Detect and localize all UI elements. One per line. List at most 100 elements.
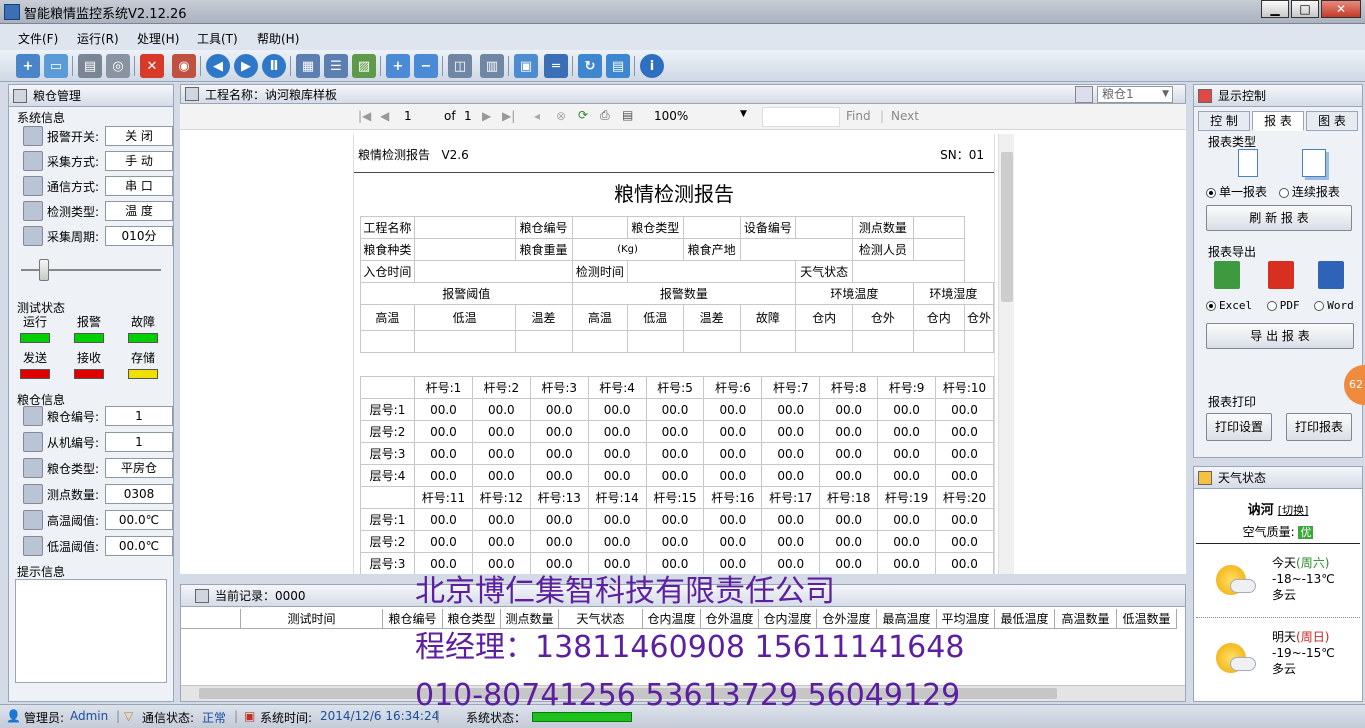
new-icon[interactable]: + [16, 54, 40, 78]
field-value[interactable]: 1 [105, 406, 173, 426]
start-icon[interactable]: ◀ [206, 54, 230, 78]
field-value[interactable]: 1 [105, 432, 173, 452]
next-page-icon[interactable]: ▶ [482, 109, 491, 123]
info-icon[interactable]: i [640, 54, 664, 78]
report-print-label: 报表打印 [1208, 395, 1257, 409]
continuous-report-radio[interactable] [1278, 187, 1289, 198]
info-label: 测点数量 [852, 216, 914, 239]
menu-process[interactable]: 处理(H) [137, 30, 179, 47]
close-button[interactable]: ✕ [1321, 0, 1361, 18]
minimize-button[interactable]: ▁ [1261, 0, 1289, 18]
tab-chart[interactable]: 图 表 [1306, 111, 1358, 131]
records-column-header[interactable]: 最低温度 [995, 609, 1055, 629]
manager-overlay: 程经理：13811460908 15611141648 [415, 630, 965, 665]
city-switch-link[interactable]: [切换] [1278, 504, 1309, 517]
play-icon[interactable]: ▶ [234, 54, 258, 78]
lamp-label: 存储 [130, 351, 155, 365]
records-column-header[interactable]: 测试时间 [241, 609, 383, 629]
settings-list-icon[interactable]: ▥ [480, 54, 504, 78]
single-report-radio[interactable] [1206, 187, 1216, 198]
info-label: 设备编号 [739, 216, 797, 239]
print-icon[interactable]: ▤ [78, 54, 102, 78]
pdf-radio[interactable] [1266, 301, 1277, 311]
list-view-icon[interactable]: ☰ [324, 54, 348, 78]
zoom-in-icon[interactable]: + [386, 54, 410, 78]
field-value[interactable]: 串 口 [105, 176, 173, 196]
split-icon[interactable]: ═ [544, 54, 568, 78]
print-preview-icon[interactable]: ◎ [106, 54, 130, 78]
tab-report[interactable]: 报 表 [1252, 111, 1304, 131]
layer-row: 层号:1 00.0 00.0 00.0 00.0 00.0 00.0 00.0 00.0 00.0… [360, 508, 994, 531]
field-value[interactable]: 010分 [105, 226, 173, 246]
menu-tools[interactable]: 工具(T) [197, 30, 238, 47]
slider-thumb[interactable] [39, 259, 49, 281]
temperature-cell: 00.0 [587, 398, 647, 421]
grid-view-icon[interactable]: ▦ [296, 54, 320, 78]
layout-icon[interactable]: ◫ [448, 54, 472, 78]
chart-view-icon[interactable]: ▨ [352, 54, 376, 78]
find-link[interactable]: Find [846, 109, 871, 123]
title-bar: 智能粮情监控系统V2.12.26 ▁ □ ✕ [0, 0, 1365, 24]
menu-file[interactable]: 文件(F) [18, 30, 58, 47]
granary-management-title: 粮仓管理 [33, 89, 82, 103]
floating-badge[interactable]: 62 [1344, 365, 1365, 405]
temperature-cell: 00.0 [414, 420, 473, 443]
find-input[interactable] [762, 107, 840, 127]
menu-help[interactable]: 帮助(H) [257, 30, 299, 47]
records-column-header[interactable] [181, 609, 241, 629]
field-value[interactable]: 关 闭 [105, 126, 173, 146]
field-value[interactable]: 手 动 [105, 151, 173, 171]
hint-info-box[interactable] [15, 579, 167, 683]
pole-header: 杆号:10 [935, 376, 994, 399]
pause-icon[interactable]: Ⅱ [262, 54, 286, 78]
granary-home-icon[interactable] [1075, 86, 1093, 103]
print-setup-button[interactable]: 打印设置 [1206, 413, 1272, 441]
zoom-chevron-icon[interactable]: ▼ [740, 109, 747, 119]
refresh-report-button[interactable]: 刷 新 报 表 [1206, 205, 1352, 231]
records-column-header[interactable]: 高温数量 [1055, 609, 1117, 629]
next-link[interactable]: Next [891, 109, 919, 123]
stop-icon[interactable]: ◉ [172, 54, 196, 78]
back-icon[interactable]: ◂ [534, 109, 540, 123]
field-label: 高温阈值: [47, 513, 100, 528]
field-value[interactable]: 00.0℃ [105, 510, 173, 530]
page-setup-icon[interactable]: ▤ [622, 108, 633, 122]
field-value[interactable]: 平房仓 [105, 458, 173, 478]
excel-radio[interactable] [1206, 301, 1216, 311]
field-row: 从机编号: 1 [23, 431, 173, 453]
refresh-report-icon[interactable]: ⟳ [578, 108, 588, 122]
refresh-icon[interactable]: ↻ [578, 54, 602, 78]
info-label: 粮食重量 [514, 238, 573, 261]
report-vertical-scrollbar[interactable] [998, 134, 1014, 574]
save-icon[interactable]: ▤ [606, 54, 630, 78]
detect-type-icon [23, 201, 43, 221]
field-value[interactable]: 温 度 [105, 201, 173, 221]
menu-run[interactable]: 运行(R) [77, 30, 119, 47]
last-page-icon[interactable]: ▶| [502, 109, 515, 123]
maximize-button[interactable]: □ [1291, 0, 1319, 18]
page-input[interactable]: 1 [404, 109, 412, 123]
word-radio[interactable] [1314, 301, 1325, 311]
pole-header: 杆号:2 [471, 376, 531, 399]
window-add-icon[interactable]: ▣ [514, 54, 538, 78]
temperature-cell: 00.0 [529, 530, 589, 553]
stop-load-icon[interactable]: ⊗ [556, 109, 566, 123]
temperature-cell: 00.0 [414, 508, 473, 531]
open-icon[interactable]: ▭ [44, 54, 68, 78]
prev-page-icon[interactable]: ◀ [380, 109, 389, 123]
delete-icon[interactable]: ✕ [140, 54, 164, 78]
field-value[interactable]: 0308 [105, 484, 173, 504]
zoom-out-icon[interactable]: − [414, 54, 438, 78]
field-value[interactable]: 00.0℃ [105, 536, 173, 556]
granary-select[interactable]: 粮仓1 ▼ [1097, 86, 1173, 103]
zoom-select[interactable]: 100% [654, 109, 688, 123]
print-report-icon[interactable]: ⎙ [600, 108, 610, 123]
print-report-button[interactable]: 打印报表 [1286, 413, 1352, 441]
tomorrow-temp: -19~-15℃ [1272, 646, 1335, 660]
layer-label: 层号:3 [360, 552, 415, 574]
tab-control[interactable]: 控 制 [1198, 111, 1250, 131]
export-report-button[interactable]: 导 出 报 表 [1206, 323, 1354, 349]
first-page-icon[interactable]: |◀ [358, 109, 371, 123]
layer-label: 层号:3 [360, 442, 415, 465]
records-column-header[interactable]: 低温数量 [1117, 609, 1177, 629]
